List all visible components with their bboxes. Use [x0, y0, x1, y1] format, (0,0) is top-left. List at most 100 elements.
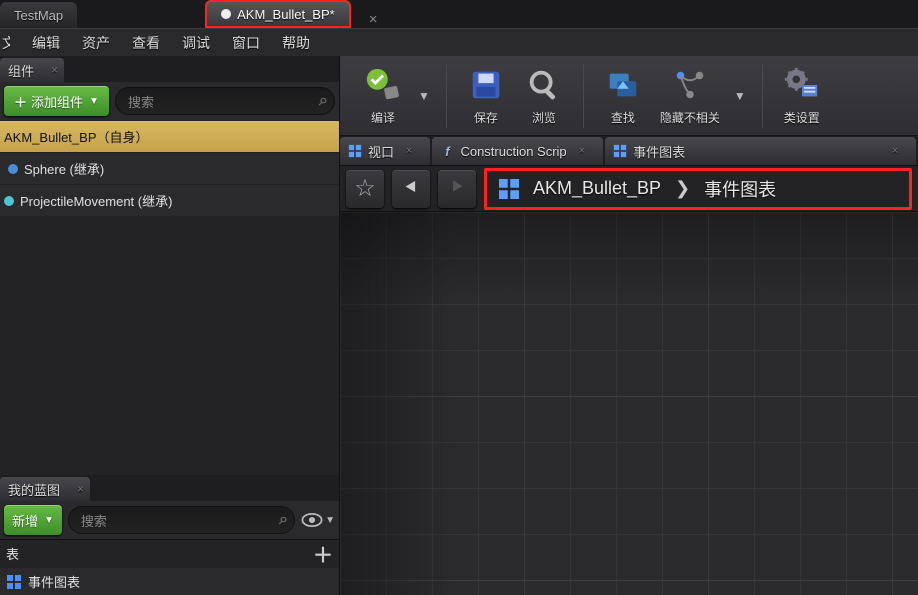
search-icon: ⌕ [319, 92, 328, 110]
menu-debug[interactable]: 调试 [182, 33, 210, 53]
close-icon[interactable]: × [406, 145, 412, 157]
chevron-down-icon[interactable]: ▼ [325, 515, 335, 526]
tab-event-graph[interactable]: 事件图表 × [605, 137, 916, 165]
myblueprint-panel-tab[interactable]: 我的蓝图 × [0, 477, 90, 501]
close-icon[interactable]: × [51, 63, 58, 77]
chevron-down-icon: ▼ [44, 515, 54, 526]
graph-item-eventgraph[interactable]: 事件图表 [0, 567, 339, 595]
chevron-down-icon[interactable]: ▼ [414, 89, 434, 103]
button-label: 新增 [12, 511, 38, 530]
chevron-down-icon[interactable]: ▼ [730, 89, 750, 103]
star-icon: ☆ [354, 174, 376, 203]
breadcrumb-root[interactable]: AKM_Bullet_BP [533, 178, 661, 199]
tree-label: AKM_Bullet_BP（自身） [4, 127, 149, 146]
class-settings-button[interactable]: 类设置 [775, 65, 829, 126]
panel-title: 组件 [8, 61, 34, 80]
menu-window[interactable]: 窗口 [232, 33, 260, 53]
tab-label: AKM_Bullet_BP* [237, 7, 335, 22]
graph-tab-bar: 视口 × f Construction Scrip × 事件图表 × [340, 136, 918, 166]
button-label: 添加组件 [31, 92, 83, 111]
document-tab-bar: TestMap AKM_Bullet_BP* × [0, 0, 918, 28]
button-label: 类设置 [784, 109, 820, 126]
sphere-icon [8, 164, 18, 174]
menu-help[interactable]: 帮助 [282, 33, 310, 53]
chevron-down-icon: ▼ [89, 96, 99, 107]
menu-bar: 文 编辑 资产 查看 调试 窗口 帮助 [0, 28, 918, 56]
close-tab-icon[interactable]: × [369, 11, 378, 28]
document-tab-bp[interactable]: AKM_Bullet_BP* [205, 0, 351, 28]
tab-label: 视口 [368, 142, 394, 161]
graphs-section-header[interactable]: 表 ＋ [0, 539, 339, 567]
left-sidebar: 组件 × ＋ 添加组件 ▼ 搜索 ⌕ AKM_Bullet_BP（自身） [0, 56, 340, 595]
graph-canvas[interactable] [340, 212, 918, 595]
find-icon [601, 65, 645, 105]
main-toolbar: 编译 ▼ 保存 浏览 [340, 56, 918, 136]
arrow-left-icon: ⯇ [403, 177, 419, 200]
panel-title: 我的蓝图 [8, 480, 60, 499]
breadcrumb-leaf[interactable]: 事件图表 [704, 176, 776, 202]
graph-icon [6, 574, 22, 590]
tree-label: Sphere (继承) [24, 159, 104, 178]
close-icon[interactable]: × [579, 145, 585, 157]
search-placeholder: 搜索 [81, 511, 107, 530]
tree-item-sphere[interactable]: Sphere (继承) [0, 152, 339, 184]
tab-label: Construction Scrip [460, 144, 566, 159]
arrow-right-icon: ⯈ [449, 177, 465, 200]
components-panel-header: 组件 × [0, 56, 339, 82]
search-icon: ⌕ [279, 511, 288, 529]
breadcrumb: AKM_Bullet_BP ❯ 事件图表 [484, 168, 912, 210]
nav-forward-button[interactable]: ⯈ [438, 170, 476, 208]
menu-view[interactable]: 查看 [132, 33, 160, 53]
compile-icon [361, 65, 405, 105]
find-button[interactable]: 查找 [596, 65, 650, 126]
save-icon [464, 65, 508, 105]
browse-button[interactable]: 浏览 [517, 65, 571, 126]
hide-unrelated-icon [668, 65, 712, 105]
tab-label: TestMap [14, 8, 63, 23]
favorite-button[interactable]: ☆ [346, 170, 384, 208]
projectile-icon [4, 196, 14, 206]
myblueprint-search-input[interactable]: 搜索 ⌕ [68, 506, 295, 534]
myblueprint-panel-header: 我的蓝图 × [0, 475, 339, 501]
save-button[interactable]: 保存 [459, 65, 513, 126]
add-component-button[interactable]: ＋ 添加组件 ▼ [4, 86, 109, 116]
browse-icon [522, 65, 566, 105]
search-placeholder: 搜索 [128, 92, 154, 111]
chevron-right-icon: ❯ [675, 178, 690, 199]
editor-main: 编译 ▼ 保存 浏览 [340, 56, 918, 595]
menu-file[interactable]: 文 [2, 33, 10, 53]
add-graph-button[interactable]: ＋ [313, 539, 333, 568]
class-settings-icon [780, 65, 824, 105]
blueprint-icon [221, 9, 231, 19]
document-tab-testmap[interactable]: TestMap [0, 2, 77, 28]
section-label: 表 [6, 544, 19, 563]
tab-construction-script[interactable]: f Construction Scrip × [432, 137, 603, 165]
button-label: 保存 [474, 109, 498, 126]
add-new-button[interactable]: 新增 ▼ [4, 505, 62, 535]
close-icon[interactable]: × [77, 482, 84, 496]
close-icon[interactable]: × [892, 145, 898, 157]
viewport-icon [348, 144, 362, 158]
tab-label: 事件图表 [633, 142, 685, 161]
visibility-icon[interactable] [301, 513, 323, 527]
components-tree: AKM_Bullet_BP（自身） Sphere (继承) Projectile… [0, 120, 339, 216]
button-label: 浏览 [532, 109, 556, 126]
graph-nav-bar: ☆ ⯇ ⯈ AKM_Bullet_BP ❯ 事件图表 [340, 166, 918, 212]
tree-label: ProjectileMovement (继承) [20, 191, 172, 210]
function-icon: f [440, 144, 454, 158]
tree-item-projectile[interactable]: ProjectileMovement (继承) [0, 184, 339, 216]
graph-icon [613, 144, 627, 158]
menu-edit[interactable]: 编辑 [32, 33, 60, 53]
compile-button[interactable]: 编译 [356, 65, 410, 126]
components-search-input[interactable]: 搜索 ⌕ [115, 87, 335, 115]
graph-icon [499, 179, 519, 199]
components-panel-tab[interactable]: 组件 × [0, 58, 64, 82]
hide-unrelated-button[interactable]: 隐藏不相关 [654, 65, 726, 126]
tree-root-self[interactable]: AKM_Bullet_BP（自身） [0, 120, 339, 152]
nav-back-button[interactable]: ⯇ [392, 170, 430, 208]
tree-label: 事件图表 [28, 572, 80, 591]
button-label: 隐藏不相关 [660, 109, 720, 126]
menu-asset[interactable]: 资产 [82, 33, 110, 53]
tab-viewport[interactable]: 视口 × [340, 137, 430, 165]
button-label: 查找 [611, 109, 635, 126]
